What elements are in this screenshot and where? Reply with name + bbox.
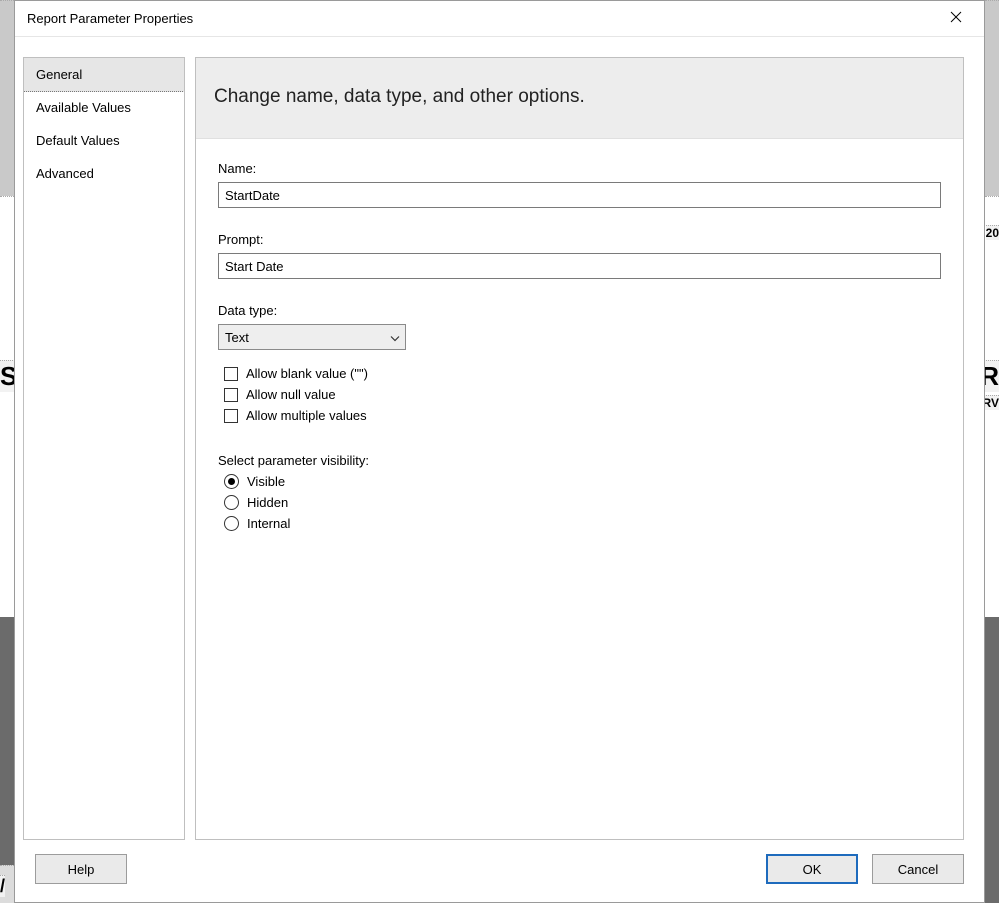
- prompt-input[interactable]: [218, 253, 941, 279]
- dialog-footer: Help OK Cancel: [15, 840, 984, 902]
- ok-button[interactable]: OK: [766, 854, 858, 884]
- allow-null-checkbox[interactable]: [224, 388, 238, 402]
- titlebar: Report Parameter Properties: [15, 1, 984, 37]
- sidebar-item-label: Available Values: [36, 100, 131, 115]
- allow-blank-label: Allow blank value (""): [246, 366, 368, 381]
- visibility-internal-row: Internal: [224, 516, 941, 531]
- sidebar-item-general[interactable]: General: [23, 57, 185, 92]
- close-button[interactable]: [936, 4, 976, 34]
- visibility-internal-label: Internal: [247, 516, 290, 531]
- visibility-hidden-radio[interactable]: [224, 495, 239, 510]
- bg-fragment: [0, 0, 14, 197]
- help-button[interactable]: Help: [35, 854, 127, 884]
- sidebar-item-label: General: [36, 67, 82, 82]
- content-header: Change name, data type, and other option…: [196, 58, 963, 139]
- content-pane: Change name, data type, and other option…: [195, 57, 964, 840]
- visibility-section-label: Select parameter visibility:: [218, 453, 941, 468]
- close-icon: [950, 11, 962, 26]
- sidebar-item-advanced[interactable]: Advanced: [24, 157, 184, 190]
- visibility-internal-radio[interactable]: [224, 516, 239, 531]
- allow-multiple-label: Allow multiple values: [246, 408, 367, 423]
- visibility-visible-label: Visible: [247, 474, 285, 489]
- sidebar-item-label: Default Values: [36, 133, 120, 148]
- sidebar-item-label: Advanced: [36, 166, 94, 181]
- sidebar: General Available Values Default Values …: [23, 57, 185, 840]
- dialog-body: General Available Values Default Values …: [15, 37, 984, 840]
- ok-button-label: OK: [803, 862, 822, 877]
- bg-fragment: [0, 196, 14, 617]
- name-input[interactable]: [218, 182, 941, 208]
- bg-text-right-rv: RV: [983, 395, 999, 410]
- cancel-button[interactable]: Cancel: [872, 854, 964, 884]
- prompt-label: Prompt:: [218, 232, 941, 247]
- allow-blank-check-row: Allow blank value (""): [224, 366, 941, 381]
- window-title: Report Parameter Properties: [27, 11, 936, 26]
- help-button-label: Help: [68, 862, 95, 877]
- visibility-hidden-row: Hidden: [224, 495, 941, 510]
- visibility-hidden-label: Hidden: [247, 495, 288, 510]
- allow-null-label: Allow null value: [246, 387, 336, 402]
- datatype-select-value[interactable]: [218, 324, 406, 350]
- sidebar-item-default-values[interactable]: Default Values: [24, 124, 184, 157]
- allow-multiple-checkbox[interactable]: [224, 409, 238, 423]
- visibility-visible-row: Visible: [224, 474, 941, 489]
- bg-text-slash: /: [0, 875, 5, 897]
- allow-null-check-row: Allow null value: [224, 387, 941, 402]
- bg-text-right-20: 20: [986, 225, 999, 240]
- dialog-report-parameter-properties: Report Parameter Properties General Avai…: [14, 0, 985, 903]
- datatype-select[interactable]: [218, 324, 406, 350]
- name-label: Name:: [218, 161, 941, 176]
- allow-blank-checkbox[interactable]: [224, 367, 238, 381]
- allow-multiple-check-row: Allow multiple values: [224, 408, 941, 423]
- cancel-button-label: Cancel: [898, 862, 938, 877]
- datatype-label: Data type:: [218, 303, 941, 318]
- bg-fragment: [985, 0, 999, 197]
- content-body: Name: Prompt: Data type: Allow blank va: [196, 139, 963, 839]
- visibility-visible-radio[interactable]: [224, 474, 239, 489]
- sidebar-item-available-values[interactable]: Available Values: [24, 91, 184, 124]
